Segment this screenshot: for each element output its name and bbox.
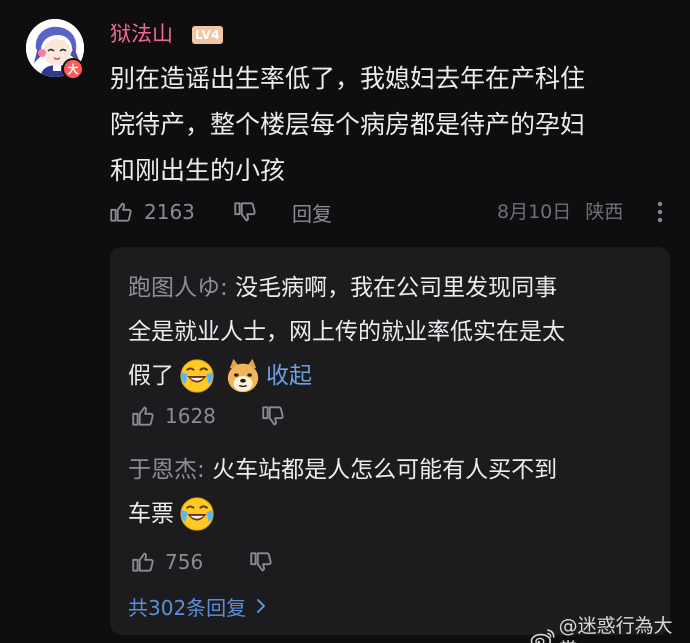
comment-meta: 8月10日 陕西 <box>497 198 623 226</box>
reply-text: 火车站都是人怎么可能有人买不到 <box>212 457 558 483</box>
watermark-text: @迷惑行為大賞 <box>558 615 673 643</box>
laugh-cry-emoji <box>178 357 216 395</box>
more-vertical-icon[interactable] <box>653 199 667 225</box>
view-all-replies-link[interactable]: 共302条回复 <box>128 592 270 620</box>
username[interactable]: 狱法山 <box>110 20 173 48</box>
like-count: 2163 <box>144 200 195 224</box>
watermark: @迷惑行為大賞 <box>530 614 690 643</box>
reply-text: 没毛病啊，我在公司里发现同事 <box>235 275 558 301</box>
total-replies-label: 共302条回复 <box>128 595 247 620</box>
thumbs-up-icon <box>130 549 156 575</box>
reply-like-count: 1628 <box>165 404 216 428</box>
reply-like-button[interactable]: 756 <box>130 547 203 577</box>
comment-date: 8月10日 <box>497 201 572 223</box>
reply-author[interactable]: 跑图人ゆ: <box>128 275 228 301</box>
thumbs-down-icon <box>232 199 258 225</box>
reply-text: 假了 <box>128 363 174 389</box>
reply-author[interactable]: 于恩杰: <box>128 457 205 483</box>
comment-line: 和刚出生的小孩 <box>110 156 286 185</box>
reply-like-count: 756 <box>165 550 204 574</box>
weibo-logo-icon <box>530 627 556 643</box>
thumbs-down-icon <box>260 403 286 429</box>
comment-line: 别在造谣出生率低了，我媳妇去年在产科住 <box>110 64 586 93</box>
doge-emoji <box>224 357 262 395</box>
level-badge: LV4 <box>192 26 224 44</box>
reply-dislike-button[interactable] <box>248 547 274 577</box>
thumbs-up-icon <box>130 403 156 429</box>
collapse-link[interactable]: 收起 <box>266 354 312 398</box>
comment-line: 院待产，整个楼层每个病房都是待产的孕妇 <box>110 110 586 139</box>
reply-item: 跑图人ゆ: 没毛病啊，我在公司里发现同事 全是就业人士，网上传的就业率低实在是太… <box>128 266 658 398</box>
vip-badge: 大 <box>62 58 84 80</box>
chevron-right-icon <box>252 597 270 615</box>
like-button[interactable]: 2163 <box>108 198 195 226</box>
comment-location: 陕西 <box>585 201 624 223</box>
thumbs-down-icon <box>248 549 274 575</box>
dislike-button[interactable] <box>232 198 258 226</box>
reply-dislike-button[interactable] <box>260 401 286 431</box>
reply-item: 于恩杰: 火车站都是人怎么可能有人买不到 车票 <box>128 448 658 536</box>
reply-text: 车票 <box>128 501 174 527</box>
reply-like-button[interactable]: 1628 <box>130 401 216 431</box>
laugh-cry-emoji <box>178 495 216 533</box>
reply-text: 全是就业人士，网上传的就业率低实在是太 <box>128 319 565 345</box>
thumbs-up-icon <box>108 199 134 225</box>
reply-button[interactable]: 回复 <box>292 198 332 226</box>
comment-text: 别在造谣出生率低了，我媳妇去年在产科住 院待产，整个楼层每个病房都是待产的孕妇 … <box>110 56 670 194</box>
